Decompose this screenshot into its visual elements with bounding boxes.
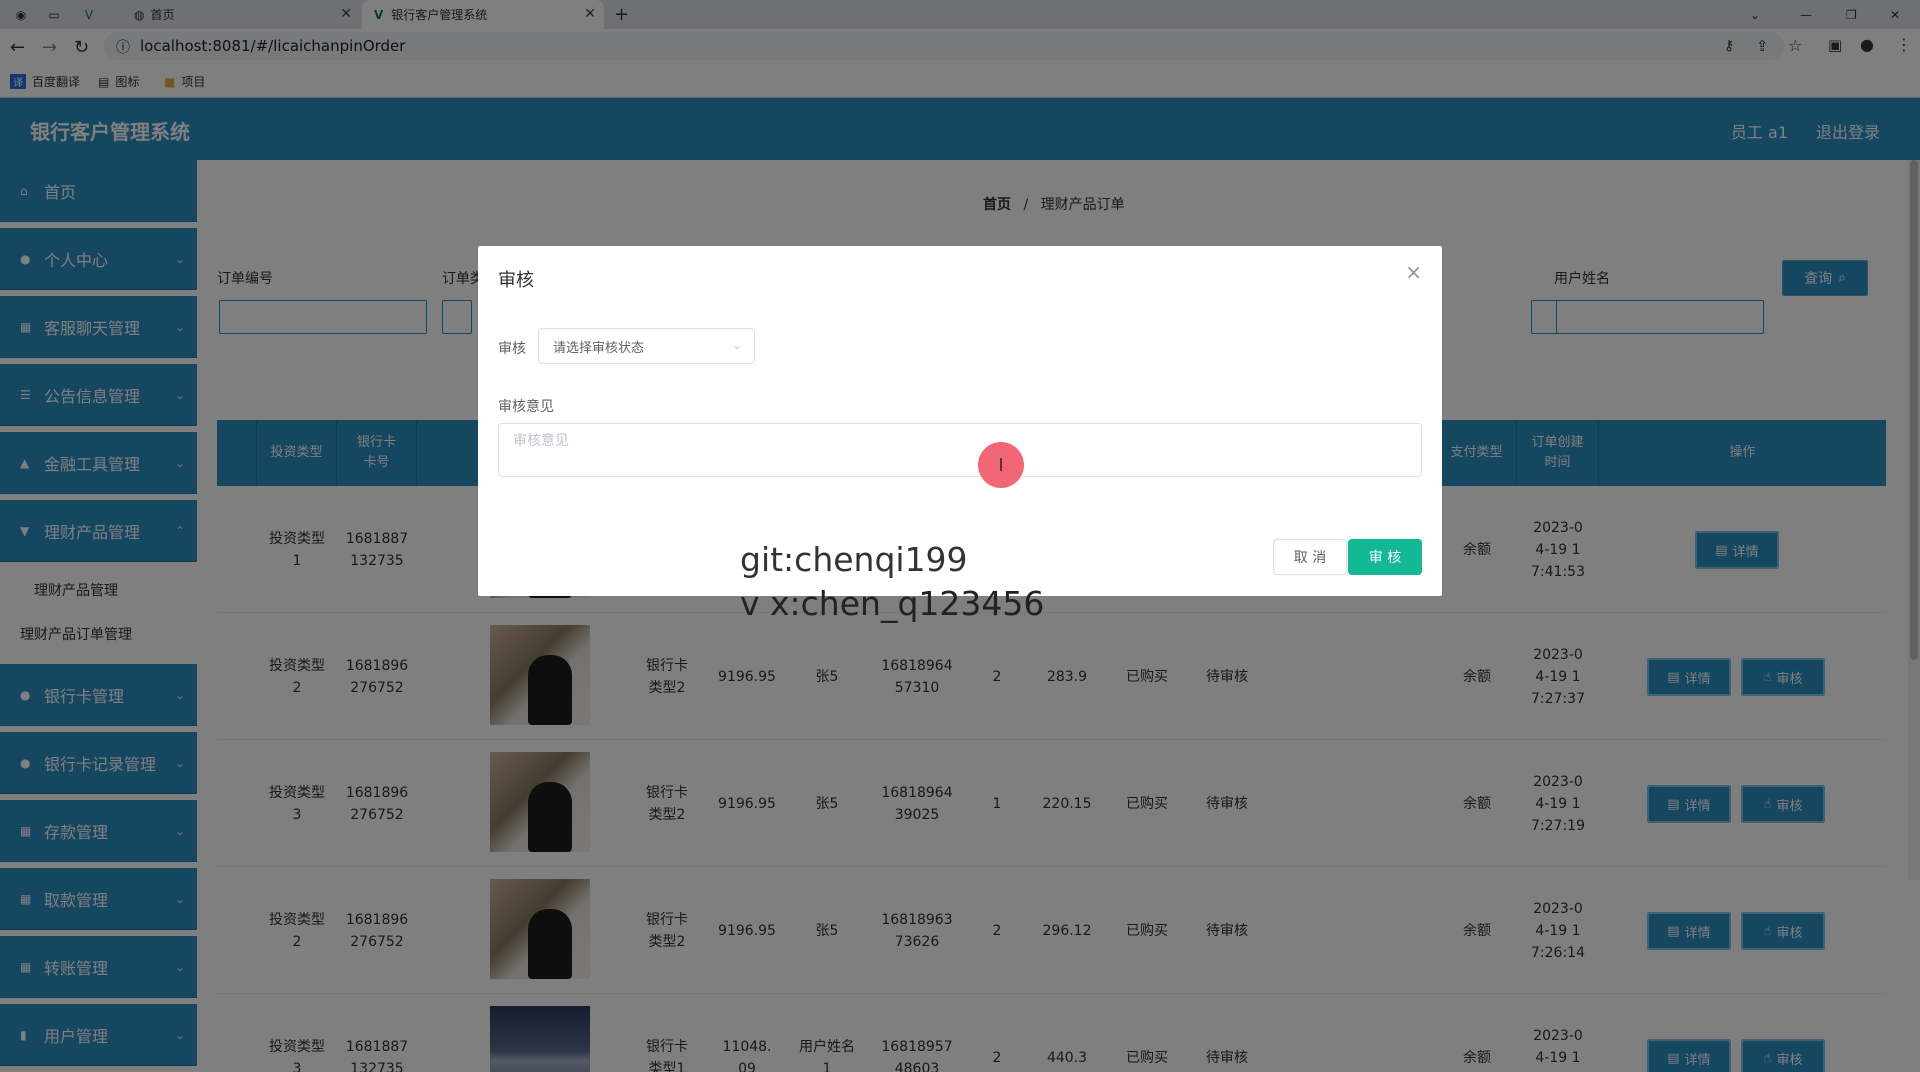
mouse-cursor-indicator: I bbox=[978, 442, 1024, 488]
watermark-wechat: v x:chen_q123456 bbox=[740, 584, 1045, 623]
watermark-git: git:chenqi199 bbox=[740, 540, 968, 579]
chevron-down-icon: ⌄ bbox=[731, 338, 742, 352]
cancel-button[interactable]: 取 消 bbox=[1273, 539, 1347, 575]
text-cursor-icon: I bbox=[998, 454, 1004, 476]
review-opinion-label: 审核意见 bbox=[498, 399, 554, 415]
review-status-placeholder: 请选择审核状态 bbox=[553, 340, 645, 356]
confirm-review-button[interactable]: 审 核 bbox=[1348, 539, 1422, 575]
close-icon[interactable]: × bbox=[1405, 260, 1422, 284]
review-status-select[interactable]: 请选择审核状态 ⌄ bbox=[538, 328, 755, 364]
review-dialog: 审核 × 审核 请选择审核状态 ⌄ 审核意见 审核意见 git:chenqi19… bbox=[478, 246, 1442, 596]
review-status-label: 审核 bbox=[498, 341, 526, 357]
dialog-title: 审核 bbox=[498, 270, 534, 291]
review-opinion-textarea[interactable]: 审核意见 bbox=[498, 423, 1422, 477]
review-opinion-placeholder: 审核意见 bbox=[513, 433, 569, 449]
